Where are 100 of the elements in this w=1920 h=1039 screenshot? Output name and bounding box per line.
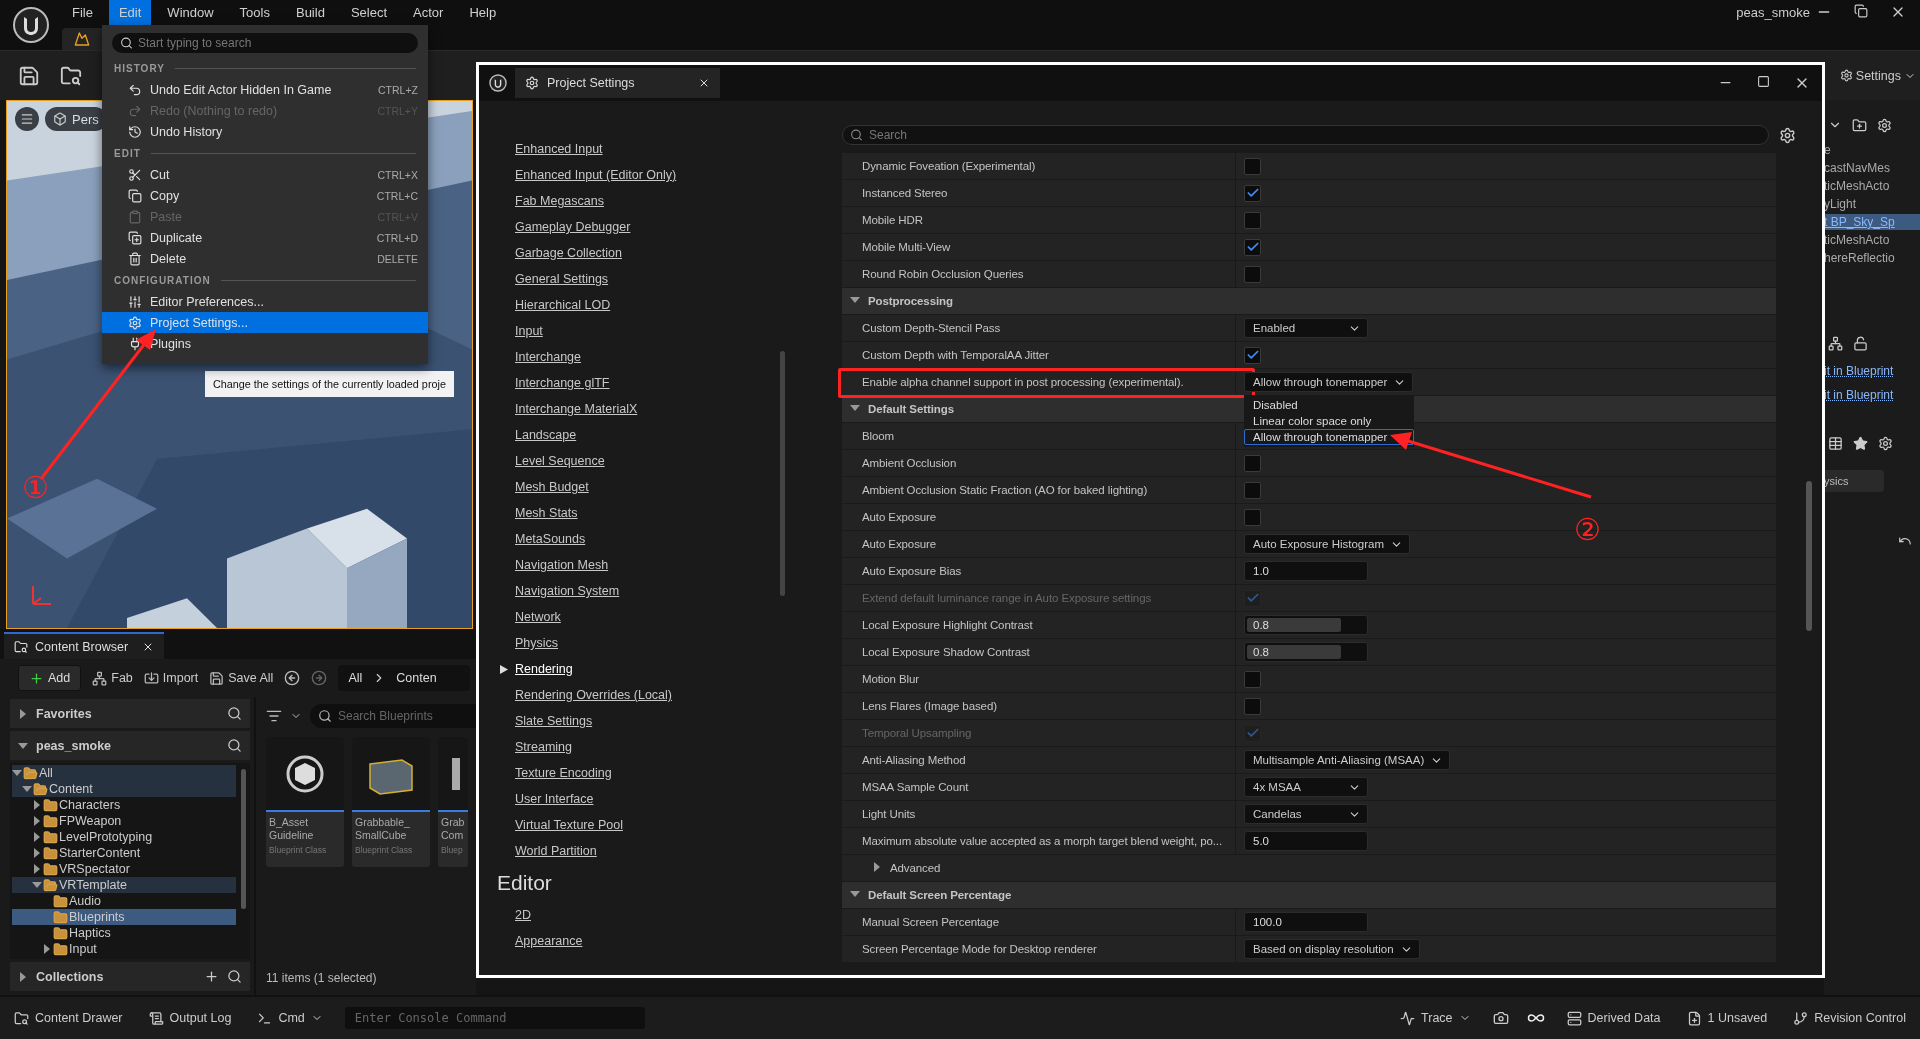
menu-item[interactable]: Editor Preferences... — [102, 291, 428, 312]
search-field[interactable]: Search — [842, 125, 1769, 145]
filter-icon[interactable] — [266, 708, 282, 724]
checkbox[interactable] — [1244, 184, 1261, 202]
checkbox[interactable] — [1244, 238, 1261, 256]
menu-item[interactable]: Duplicate CTRL+D — [102, 227, 428, 248]
maximize-icon[interactable] — [1757, 75, 1770, 88]
dropdown[interactable]: Auto Exposure Histogram — [1244, 534, 1411, 554]
number-field[interactable]: 1.0 — [1244, 561, 1368, 581]
forward-icon[interactable] — [311, 670, 328, 686]
outliner-row[interactable]: e — [1824, 142, 1920, 158]
expand-triangle-icon[interactable] — [18, 971, 28, 982]
status-button[interactable]: Content Drawer — [10, 1010, 127, 1026]
menu-item[interactable]: Plugins — [102, 333, 428, 354]
tree-item[interactable]: Blueprints — [12, 909, 236, 925]
status-button[interactable]: Output Log — [144, 1010, 236, 1026]
tree-item[interactable]: Input — [12, 941, 236, 957]
settings-nav-link[interactable]: World Partition — [500, 838, 597, 864]
tree-item[interactable]: Audio — [12, 893, 236, 909]
menu-item[interactable]: Undo Edit Actor Hidden In Game CTRL+Z — [102, 79, 428, 100]
star-icon[interactable] — [1853, 435, 1868, 451]
menu-item[interactable]: Project Settings... — [102, 312, 428, 333]
checkbox[interactable] — [1244, 454, 1261, 472]
settings-button[interactable]: Settings — [1839, 64, 1916, 87]
settings-nav-link[interactable]: Texture Encoding — [500, 760, 612, 786]
section-header[interactable]: Collections — [10, 962, 250, 991]
collapse-triangle-icon[interactable] — [18, 740, 28, 751]
settings-icon[interactable] — [1877, 117, 1892, 133]
settings-nav-link[interactable]: Level Sequence — [500, 448, 605, 474]
settings-nav-link[interactable]: Navigation System — [500, 578, 620, 604]
settings-nav-link[interactable]: Garbage Collection — [500, 240, 622, 266]
settings-nav-link[interactable]: Mesh Budget — [500, 474, 589, 500]
toolbar-button[interactable]: Fab — [92, 670, 133, 686]
console-field[interactable]: Enter Console Command — [344, 1007, 645, 1029]
toolbar-button[interactable]: Save All — [209, 670, 274, 686]
checkbox[interactable] — [1244, 670, 1261, 688]
dropdown[interactable]: Candelas — [1244, 804, 1368, 824]
menu-item[interactable]: Tools — [229, 0, 280, 25]
menu-item[interactable]: Help — [459, 0, 507, 25]
expand-triangle-icon[interactable] — [18, 708, 28, 719]
toolbar-button[interactable]: Import — [143, 670, 199, 686]
menu-item[interactable]: Actor — [403, 0, 454, 25]
settings-nav-link[interactable]: 2D — [500, 902, 531, 928]
dropdown[interactable]: 4x MSAA — [1244, 777, 1368, 797]
dropdown[interactable]: Based on display resolution — [1244, 939, 1420, 959]
collapse-triangle-icon[interactable] — [850, 403, 860, 413]
scrollbar[interactable] — [241, 769, 246, 909]
settings-nav-link[interactable]: Appearance — [500, 928, 583, 954]
scrollbar[interactable] — [780, 351, 785, 596]
menu-item[interactable]: Cut CTRL+X — [102, 164, 428, 185]
tree-item[interactable]: Haptics — [12, 925, 236, 941]
asset-tile[interactable]: Grab Com Bluep — [438, 737, 468, 867]
status-button[interactable]: Revision Control — [1789, 1010, 1910, 1026]
tree-item[interactable]: LevelPrototyping — [12, 829, 236, 845]
settings-nav-link[interactable]: Navigation Mesh — [500, 552, 609, 578]
unlock-icon[interactable] — [1853, 335, 1868, 351]
checkbox[interactable] — [1244, 481, 1261, 499]
back-icon[interactable] — [284, 670, 301, 686]
content-browser-tab[interactable]: Content Browser — [4, 632, 164, 659]
menu-item[interactable]: Build — [285, 0, 335, 25]
close-icon[interactable] — [698, 77, 710, 89]
tree-item[interactable]: VRTemplate — [12, 877, 236, 893]
settings-icon[interactable] — [1878, 435, 1893, 451]
status-button[interactable]: Derived Data — [1562, 1010, 1665, 1026]
menu-item[interactable]: Select — [340, 0, 398, 25]
settings-nav-link[interactable]: Interchange glTF — [500, 370, 610, 396]
expand-triangle-icon[interactable] — [32, 816, 42, 826]
checkbox[interactable] — [1244, 697, 1261, 715]
search-icon[interactable] — [227, 706, 242, 721]
asset-tile[interactable]: B_Asset Guideline Blueprint Class — [266, 737, 344, 867]
status-button[interactable]: 1 Unsaved — [1682, 1010, 1772, 1026]
settings-nav-link[interactable]: Virtual Texture Pool — [500, 812, 623, 838]
settings-nav-link[interactable]: Hierarchical LOD — [500, 292, 611, 318]
outliner-row[interactable]: ticMeshActo — [1824, 232, 1920, 248]
expand-triangle-icon[interactable] — [32, 832, 42, 842]
expand-triangle-icon[interactable] — [872, 862, 882, 872]
settings-nav-link[interactable]: Fab Megascans — [500, 188, 604, 214]
number-field[interactable]: 100.0 — [1244, 912, 1368, 932]
breadcrumb-item[interactable]: All — [348, 671, 363, 685]
trace-button[interactable]: Trace — [1396, 1010, 1475, 1026]
settings-nav-link[interactable]: Gameplay Debugger — [500, 214, 631, 240]
checkbox[interactable] — [1244, 265, 1261, 283]
camera-icon[interactable] — [1492, 1010, 1509, 1026]
checkbox[interactable] — [1244, 508, 1261, 526]
search-field[interactable]: Search Blueprints — [310, 704, 476, 728]
expand-triangle-icon[interactable] — [32, 864, 42, 874]
folder-plus-icon[interactable] — [1852, 117, 1867, 133]
menu-item[interactable]: File — [62, 0, 103, 25]
blueprint-link[interactable]: it in Blueprint — [1824, 360, 1920, 382]
settings-nav-link[interactable]: Network — [500, 604, 561, 630]
settings-icon[interactable] — [1779, 126, 1796, 144]
blueprint-link[interactable]: it in Blueprint — [1824, 384, 1920, 406]
expand-triangle-icon[interactable] — [32, 848, 42, 858]
dropdown[interactable]: Multisample Anti-Aliasing (MSAA) — [1244, 750, 1451, 770]
settings-nav-link[interactable]: General Settings — [500, 266, 609, 292]
table-icon[interactable] — [1828, 435, 1843, 451]
scrollbar[interactable] — [1806, 481, 1812, 631]
outliner-row[interactable]: castNavMes — [1824, 160, 1920, 176]
hierarchy-icon[interactable] — [1828, 335, 1843, 351]
collapse-triangle-icon[interactable] — [12, 768, 22, 778]
